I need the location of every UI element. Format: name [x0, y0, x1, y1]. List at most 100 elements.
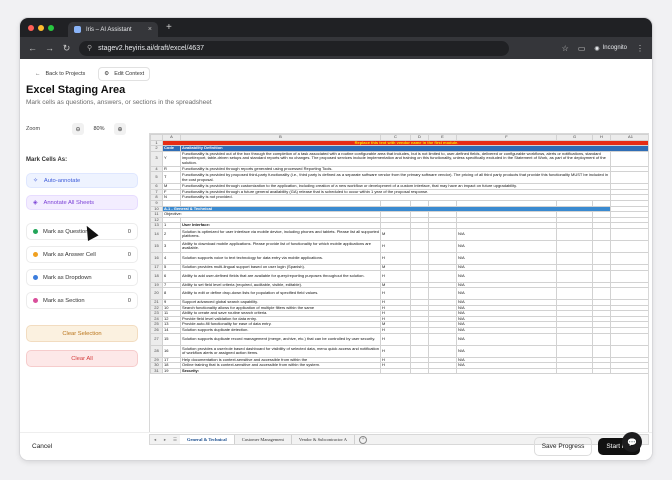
table-cell[interactable]	[592, 344, 611, 358]
close-tab-icon[interactable]: ×	[148, 26, 152, 33]
address-bar[interactable]: ⚲ stagev2.heyiris.ai/draft/excel/4637	[79, 40, 509, 56]
table-cell[interactable]	[556, 367, 593, 375]
table-cell[interactable]: Security:	[180, 367, 381, 375]
table-cell[interactable]	[610, 150, 648, 167]
table-cell[interactable]	[410, 344, 429, 358]
table-cell[interactable]	[610, 287, 648, 301]
clear-all-button[interactable]: Clear All	[26, 350, 138, 367]
bookmark-star-icon[interactable]: ☆	[562, 44, 569, 53]
table-cell[interactable]: 15	[162, 332, 181, 346]
back-to-projects-button[interactable]: ← Back to Projects	[30, 68, 90, 80]
table-cell[interactable]	[592, 332, 611, 346]
answer-cell[interactable]: N/A	[456, 269, 557, 283]
table-cell[interactable]	[428, 239, 457, 253]
table-cell[interactable]	[592, 239, 611, 253]
table-cell[interactable]	[410, 367, 429, 375]
table-cell[interactable]	[410, 332, 429, 346]
table-cell[interactable]	[556, 287, 593, 301]
auto-annotate-button[interactable]: ✧ Auto-annotate	[26, 173, 138, 188]
row-number[interactable]: 15	[150, 239, 163, 253]
maximize-window-button[interactable]	[48, 24, 54, 31]
row-number[interactable]: 3	[150, 150, 163, 167]
table-cell[interactable]	[592, 287, 611, 301]
answer-cell[interactable]: N/A	[456, 332, 557, 346]
table-cell[interactable]	[610, 227, 648, 241]
answer-cell[interactable]: N/A	[456, 227, 557, 241]
back-arrow-icon[interactable]: ←	[28, 43, 37, 53]
table-cell[interactable]	[428, 367, 457, 375]
table-cell[interactable]	[556, 251, 593, 265]
answer-cell[interactable]: N/A	[456, 287, 557, 301]
table-cell[interactable]	[410, 269, 429, 283]
requirement-cell[interactable]: Ability to download mobile applications.…	[180, 239, 381, 253]
incognito-indicator[interactable]: ◉ Incognito	[594, 45, 627, 52]
chat-bubble-icon[interactable]: 💬	[622, 432, 642, 452]
requirement-cell[interactable]: Solution supports duplicate record manag…	[180, 332, 381, 346]
row-number[interactable]: 20	[150, 287, 163, 301]
table-cell[interactable]	[456, 367, 557, 375]
cast-icon[interactable]: ▭	[578, 44, 586, 53]
table-cell[interactable]	[610, 367, 648, 375]
table-cell[interactable]	[556, 239, 593, 253]
table-cell[interactable]	[610, 269, 648, 283]
answer-cell[interactable]: N/A	[456, 344, 557, 358]
requirement-cell[interactable]: Solution supports voice to text technolo…	[180, 251, 381, 265]
table-cell[interactable]: Functionality is provided by proposed th…	[180, 171, 611, 185]
row-number[interactable]: 16	[150, 251, 163, 265]
table-cell[interactable]	[428, 269, 457, 283]
close-window-button[interactable]	[28, 24, 34, 31]
mark-as-dropdown-button[interactable]: Mark as Dropdown 0	[26, 269, 138, 286]
table-cell[interactable]: T	[162, 171, 181, 185]
table-cell[interactable]	[592, 269, 611, 283]
menu-kebab-icon[interactable]: ⋮	[636, 44, 644, 53]
priority-cell[interactable]: M	[380, 227, 411, 241]
answer-cell[interactable]: N/A	[456, 239, 557, 253]
requirement-cell[interactable]: Ability to edit or define drop-down list…	[180, 287, 381, 301]
priority-cell[interactable]: H	[380, 239, 411, 253]
table-cell[interactable]	[556, 269, 593, 283]
save-progress-button[interactable]: Save Progress	[533, 437, 593, 456]
zoom-out-button[interactable]: ⊖	[72, 123, 84, 135]
table-cell[interactable]	[428, 344, 457, 358]
forward-arrow-icon[interactable]: →	[45, 43, 54, 53]
table-cell[interactable]	[428, 332, 457, 346]
table-cell[interactable]	[592, 251, 611, 265]
table-cell[interactable]	[410, 287, 429, 301]
table-cell[interactable]: 8	[162, 287, 181, 301]
table-cell[interactable]	[592, 367, 611, 375]
table-cell[interactable]	[410, 227, 429, 241]
cancel-button[interactable]: Cancel	[32, 443, 52, 450]
table-cell[interactable]: Functionality is provided out of the box…	[180, 150, 611, 167]
spreadsheet-grid[interactable]: A B C D E F G H A1 1 Replace this text wi…	[149, 133, 649, 433]
table-cell[interactable]: 16	[162, 344, 181, 358]
browser-tab[interactable]: Iris – AI Assistant ×	[68, 22, 158, 37]
row-number[interactable]: 28	[150, 344, 163, 358]
row-number[interactable]: 27	[150, 332, 163, 346]
table-cell[interactable]	[556, 227, 593, 241]
table-cell[interactable]	[610, 239, 648, 253]
table-cell[interactable]	[610, 171, 648, 185]
requirement-cell[interactable]: Solution is optimized for user interface…	[180, 227, 381, 241]
table-cell[interactable]: 19	[162, 367, 181, 375]
table-cell[interactable]: Y	[162, 150, 181, 167]
table-cell[interactable]	[610, 251, 648, 265]
table-cell[interactable]: 4	[162, 251, 181, 265]
edit-context-button[interactable]: ⚙ Edit Context	[98, 67, 151, 81]
row-number[interactable]: 18	[150, 269, 163, 283]
mark-as-section-button[interactable]: Mark as Section 0	[26, 292, 138, 309]
table-cell[interactable]	[380, 367, 411, 375]
annotate-all-sheets-button[interactable]: ◈ Annotate All Sheets	[26, 195, 138, 210]
table-cell[interactable]	[428, 287, 457, 301]
answer-cell[interactable]: N/A	[456, 251, 557, 265]
row-number[interactable]: 14	[150, 227, 163, 241]
table-cell[interactable]	[610, 344, 648, 358]
table-cell[interactable]	[428, 251, 457, 265]
table-cell[interactable]	[428, 227, 457, 241]
table-cell[interactable]: 6	[162, 269, 181, 283]
table-cell[interactable]: 2	[162, 227, 181, 241]
table-cell[interactable]: 3	[162, 239, 181, 253]
priority-cell[interactable]: H	[380, 269, 411, 283]
table-cell[interactable]	[556, 332, 593, 346]
zoom-in-button[interactable]: ⊕	[114, 123, 126, 135]
minimize-window-button[interactable]	[38, 24, 44, 31]
